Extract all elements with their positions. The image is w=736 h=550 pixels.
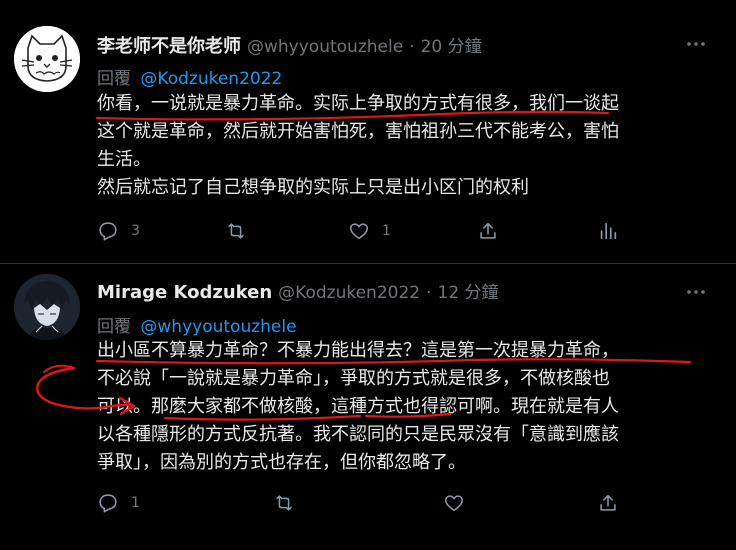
like-button[interactable] [443, 490, 477, 516]
display-name[interactable]: 李老师不是你老师 [97, 32, 241, 58]
tweet-text-line: 不必說「一說就是暴力革命」，爭取的方式就是很多，不做核酸也 [97, 368, 610, 389]
share-icon [600, 494, 616, 511]
tweet-text: 出小區不算暴力革命？不暴力能出得去？這是第一次提暴力革命， 不必說「一說就是暴力… [97, 337, 717, 477]
like-button[interactable]: 1 [348, 218, 391, 244]
user-handle[interactable]: @Kodzuken2022 [278, 283, 420, 303]
replying-label: 回覆 [97, 317, 131, 337]
tweet-text-line: 你看，一说就是暴力革命。实际上争取的方式有很多，我们一谈起 [97, 93, 619, 114]
reply-button[interactable]: 1 [97, 490, 140, 516]
tweet[interactable]: 李老师不是你老师 @whyyoutouzhele · 20 分鐘 回覆 @Kod… [0, 0, 736, 263]
retweet-button[interactable] [225, 218, 259, 244]
like-count: 1 [382, 223, 391, 239]
more-button[interactable] [684, 32, 708, 56]
action-bar: 1 [97, 490, 627, 516]
analytics-icon [600, 222, 617, 240]
tweet-text-line: 可以。那麼大家都不做核酸，這種方式也得認可啊。現在就是有人 [97, 396, 619, 417]
reply-icon [99, 494, 117, 513]
anime-character-icon [14, 274, 80, 340]
tweet-header: 李老师不是你老师 @whyyoutouzhele · 20 分鐘 [97, 32, 482, 58]
tweet-text-line: 出小區不算暴力革命？不暴力能出得去？這是第一次提暴力革命， [97, 340, 619, 361]
share-icon [480, 222, 496, 239]
separator-dot: · [426, 283, 432, 303]
more-button[interactable] [684, 280, 708, 304]
tweet-text-line: 爭取」，因為別的方式也存在，但你都忽略了。 [97, 452, 466, 473]
tweet-text-line: 以各種隱形的方式反抗著。我不認同的只是民眾沒有「意識到應該 [97, 424, 619, 445]
retweet-button[interactable] [273, 490, 307, 516]
tweet-text-line: 生活。 [97, 149, 151, 170]
action-bar: 3 1 [97, 218, 627, 244]
retweet-icon [276, 495, 292, 511]
tweet-text-line: 然后就忘记了自己想争取的实际上只是出小区门的权利 [97, 177, 529, 198]
reply-button[interactable]: 3 [97, 218, 140, 244]
replying-handle-link[interactable]: @whyyoutouzhele [140, 317, 296, 337]
timestamp[interactable]: 12 分鐘 [438, 278, 499, 303]
avatar[interactable] [14, 274, 80, 340]
retweet-icon [228, 223, 244, 239]
tweet[interactable]: Mirage Kodzuken @Kodzuken2022 · 12 分鐘 回覆… [0, 263, 736, 550]
replying-to: 回覆 @Kodzuken2022 [97, 64, 282, 89]
tweet-text-line: 这个就是革命，然后就开始害怕死，害怕祖孙三代不能考公，害怕 [97, 121, 619, 142]
analytics-button[interactable] [597, 218, 619, 244]
replying-handle-link[interactable]: @Kodzuken2022 [140, 69, 282, 89]
tweet-header: Mirage Kodzuken @Kodzuken2022 · 12 分鐘 [97, 278, 499, 304]
more-icon [687, 42, 705, 46]
heart-icon [444, 495, 464, 512]
separator-dot: · [409, 37, 415, 57]
timestamp[interactable]: 20 分鐘 [421, 32, 482, 57]
reply-count: 3 [131, 223, 140, 239]
share-button[interactable] [597, 490, 619, 516]
replying-label: 回覆 [97, 69, 131, 89]
more-icon [687, 290, 705, 294]
reply-icon [99, 222, 117, 241]
share-button[interactable] [477, 218, 499, 244]
tweet-text: 你看，一说就是暴力革命。实际上争取的方式有很多，我们一谈起 这个就是革命，然后就… [97, 90, 717, 202]
doodle-cat-icon [14, 26, 80, 92]
user-handle[interactable]: @whyyoutouzhele [247, 37, 403, 57]
display-name[interactable]: Mirage Kodzuken [97, 282, 272, 303]
reply-count: 1 [131, 495, 140, 511]
replying-to: 回覆 @whyyoutouzhele [97, 312, 297, 337]
heart-icon [349, 223, 369, 240]
avatar[interactable] [14, 26, 80, 92]
